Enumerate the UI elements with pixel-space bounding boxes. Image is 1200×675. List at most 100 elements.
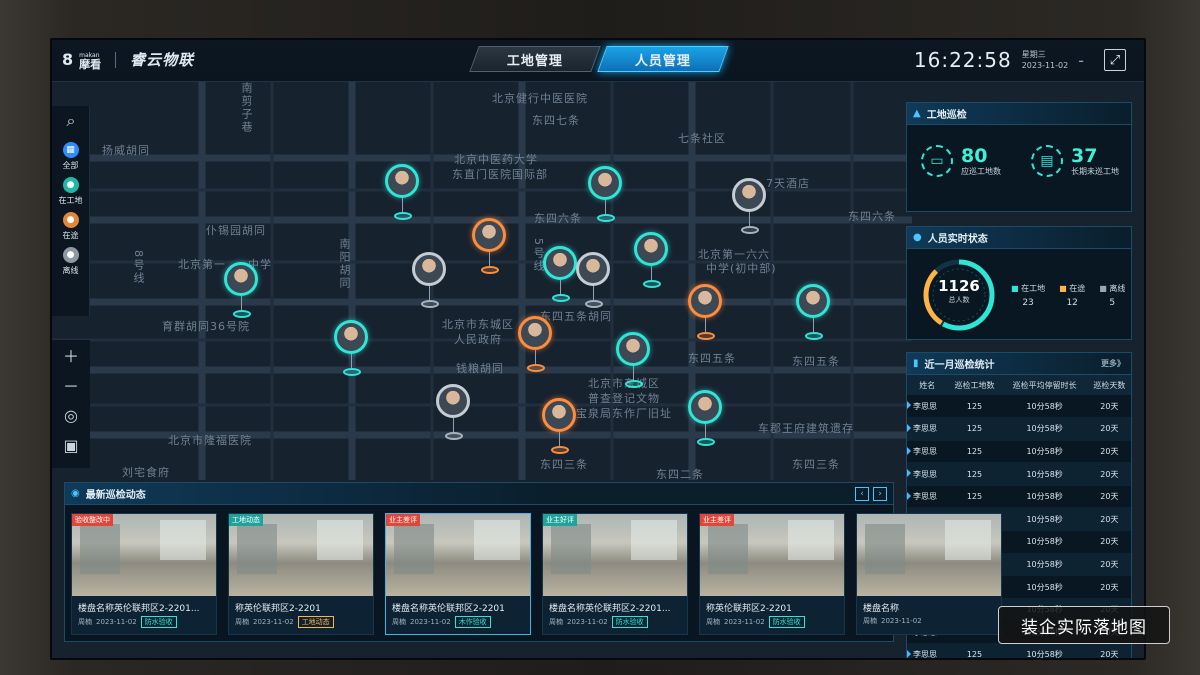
patrol-card[interactable]: 业主好评 楼盘名称英伦联邦区2-2201... 周楠 2023-11-02 防水验收: [542, 513, 688, 635]
map-label: 扬威胡同: [102, 144, 150, 157]
table-cell: 125: [947, 440, 1002, 464]
person-marker[interactable]: [334, 320, 370, 380]
person-marker[interactable]: [224, 262, 260, 322]
locate-icon[interactable]: ◎: [52, 400, 90, 430]
map-label: 仆锡园胡同: [206, 224, 266, 237]
site-photo: 业主好评: [543, 514, 687, 596]
map-label: 东四二条: [656, 468, 704, 481]
card-tag: 业主差评: [700, 514, 734, 526]
zoom-in-icon[interactable]: ＋: [52, 340, 90, 370]
map-label: 东四七条: [532, 114, 580, 127]
avatar: [732, 178, 766, 212]
filter-on-way[interactable]: ● 在途: [52, 212, 89, 241]
person-marker[interactable]: [796, 284, 832, 344]
status-legend: ■ 在工地 23 ■ 在途 12 ■ 离线 5: [1011, 283, 1125, 308]
table-cell: 10分58秒: [1001, 643, 1088, 658]
total-label: 总人数: [948, 296, 970, 304]
map-label: 车郡王府建筑遗存: [758, 422, 854, 435]
person-marker[interactable]: [436, 384, 472, 444]
table-row[interactable]: 李思思12510分58秒20天: [907, 643, 1131, 658]
person-marker[interactable]: [732, 178, 768, 238]
filter-on-site[interactable]: ● 在工地: [52, 177, 89, 206]
panel-title: 最新巡检动态: [85, 490, 146, 501]
card-person: 周楠: [235, 618, 249, 626]
site-photo: 业主差评: [386, 514, 530, 596]
zoom-out-icon[interactable]: －: [52, 370, 90, 400]
person-marker[interactable]: [616, 332, 652, 392]
card-title: 称英伦联邦区2-2201: [235, 604, 321, 614]
card-date: 2023-11-02: [724, 618, 765, 626]
table-cell: 10分58秒: [1001, 462, 1088, 486]
person-marker[interactable]: [412, 252, 448, 312]
map-label: 普查登记文物: [588, 392, 660, 405]
card-person: 周楠: [78, 618, 92, 626]
table-cell: 10分58秒: [1001, 507, 1088, 532]
person-marker[interactable]: [542, 398, 578, 458]
patrol-card[interactable]: 业主差评 楼盘名称英伦联邦区2-2201 周楠 2023-11-02 木作验收: [385, 513, 531, 635]
table-cell: 20天: [1087, 417, 1131, 441]
table-cell: 10分58秒: [1001, 395, 1088, 419]
latest-patrol-panel: ◉ 最新巡检动态 ‹ › 验收整改中楼盘名称英伦联邦区2-2201... 周楠 202…: [64, 482, 1002, 642]
table-row[interactable]: 李思思12510分58秒20天: [907, 440, 1131, 464]
card-person: 周楠: [863, 617, 877, 625]
legend-on-site: ■ 在工地 23: [1011, 284, 1046, 308]
table-cell: 125: [947, 643, 1002, 658]
map-label: 人民政府: [454, 333, 502, 346]
table-row[interactable]: 李思思12510分58秒20天: [907, 485, 1131, 509]
map-label: 东四六条: [848, 210, 896, 223]
card-title: 楼盘名称: [863, 604, 900, 614]
card-title: 楼盘名称英伦联邦区2-2201...: [78, 604, 200, 614]
camera-icon: ◉: [71, 488, 80, 499]
more-link[interactable]: 更多》: [1101, 358, 1125, 369]
person-marker[interactable]: [472, 218, 508, 278]
person-marker[interactable]: [543, 246, 579, 306]
person-marker[interactable]: [385, 164, 421, 224]
person-marker[interactable]: [688, 390, 724, 450]
tab-site-management[interactable]: 工地管理: [469, 46, 601, 72]
person-marker[interactable]: [688, 284, 724, 344]
person-marker[interactable]: [588, 166, 624, 226]
avatar: [588, 166, 622, 200]
table-row[interactable]: 李思思12510分58秒20天: [907, 462, 1131, 486]
patrol-card[interactable]: 业主差评 称英伦联邦区2-2201 周楠 2023-11-02 防水验收: [699, 513, 845, 635]
table-cell: 10分58秒: [1001, 575, 1088, 599]
card-badge: 防水验收: [140, 616, 177, 628]
next-arrow-icon[interactable]: ›: [873, 487, 887, 501]
person-marker[interactable]: [576, 252, 612, 312]
avatar: [688, 284, 722, 318]
filter-offline[interactable]: ● 离线: [52, 247, 89, 276]
map-label: 东四六条: [534, 212, 582, 225]
fullscreen-icon[interactable]: ⤢: [1104, 49, 1126, 71]
person-marker[interactable]: [634, 232, 670, 292]
patrol-card[interactable]: 楼盘名称 周楠 2023-11-02: [856, 513, 1002, 635]
map-label: 南阳胡同: [338, 238, 351, 290]
tab-staff-management[interactable]: 人员管理: [597, 46, 729, 72]
patrol-card[interactable]: 验收整改中 楼盘名称英伦联邦区2-2201... 周楠 2023-11-02 防水验收: [71, 513, 217, 635]
main-tabs: 工地管理 人员管理: [469, 46, 729, 72]
map-label: 南剪子巷: [240, 82, 253, 134]
map-label: 东四三条: [792, 458, 840, 471]
avatar: [412, 252, 446, 286]
card-badge: 防水验收: [768, 616, 805, 628]
avatar: [576, 252, 610, 286]
search-icon[interactable]: ⌕: [52, 106, 90, 136]
person-marker[interactable]: [518, 316, 554, 376]
map-label: 东四三条: [540, 458, 588, 471]
filter-all[interactable]: ▦ 全部: [52, 142, 89, 171]
table-cell: 10分58秒: [1001, 440, 1088, 464]
card-date: 2023-11-02: [567, 618, 608, 626]
table-cell: 125: [947, 485, 1002, 509]
table-cell: 20天: [1087, 575, 1131, 599]
map-label: 七条社区: [678, 132, 726, 145]
save-icon[interactable]: ▣: [52, 430, 90, 460]
map-label: 钱粮胡同: [456, 362, 504, 375]
table-cell: 10分58秒: [1001, 530, 1088, 554]
site-photo: 验收整改中: [72, 514, 216, 596]
prev-arrow-icon[interactable]: ‹: [855, 487, 869, 501]
table-cell: 20天: [1087, 395, 1131, 419]
card-tag: 工地动态: [229, 514, 263, 526]
table-row[interactable]: 李思思12510分58秒20天: [907, 417, 1131, 441]
table-row[interactable]: 李思思12510分58秒20天: [907, 395, 1131, 419]
patrol-card[interactable]: 工地动态 称英伦联邦区2-2201 周楠 2023-11-02 工地动态: [228, 513, 374, 635]
table-cell: 20天: [1087, 462, 1131, 486]
